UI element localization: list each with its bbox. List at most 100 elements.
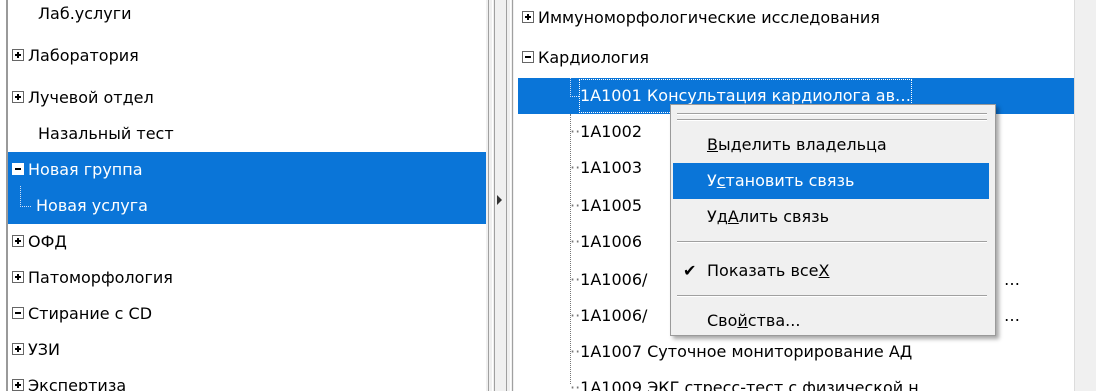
tree-item-1a1006-a[interactable]: ··1A1006/ — [570, 262, 647, 298]
tree-connector-dash: ·· — [570, 158, 581, 177]
tree-item-label: Экспертиза — [28, 376, 127, 391]
menu-item-properties[interactable]: Свойства... — [671, 303, 989, 339]
menu-separator — [677, 295, 987, 297]
tree-item-lab-services[interactable]: Лаб.услуги — [38, 0, 132, 28]
menu-label-accelerator: А — [727, 207, 739, 226]
menu-item-label: Свойства... — [707, 303, 800, 339]
collapse-minus-icon[interactable] — [12, 162, 24, 175]
expand-plus-icon[interactable] — [12, 48, 24, 61]
expand-plus-icon[interactable] — [12, 270, 24, 283]
pane-splitter[interactable] — [486, 0, 514, 391]
tree-item-1a1005[interactable]: ··1A1005 — [570, 188, 642, 224]
menu-label-part: ыделить владельца — [717, 135, 887, 154]
collapse-minus-icon[interactable] — [12, 306, 24, 319]
tree-item-label: Новая группа — [28, 160, 143, 179]
splitter-line — [494, 0, 495, 391]
menu-label-part: Уд — [707, 207, 728, 226]
tree-connector-dash: ·· — [570, 342, 581, 361]
tree-item-label: УЗИ — [28, 340, 60, 359]
vertical-scrollbar[interactable] — [1074, 0, 1096, 391]
tree-item-label: 1A1003 — [580, 158, 643, 177]
tree-item-label: Новая услуга — [36, 196, 148, 215]
tree-item-label: Лаб.услуги — [38, 4, 132, 23]
menu-item-label: Показать всеХ — [707, 253, 829, 289]
collapse-minus-icon[interactable] — [522, 50, 534, 63]
left-tree-panel[interactable]: Лаб.услуги Лаборатория Лучевой отдел Наз… — [0, 0, 486, 391]
tree-connector-dash: ·· — [570, 270, 581, 289]
menu-item-show-all[interactable]: ✔ Показать всеХ — [671, 253, 989, 289]
menu-separator — [677, 113, 987, 115]
expand-plus-icon[interactable] — [12, 90, 24, 103]
expand-plus-icon[interactable] — [12, 378, 24, 391]
menu-item-set-link[interactable]: Установить связь — [673, 163, 989, 199]
tree-item-ofd[interactable]: ОФД — [12, 224, 67, 260]
splitter-line — [506, 0, 507, 391]
tree-connector-dash: ·· — [570, 122, 581, 141]
tree-item-tail: … — [1004, 262, 1020, 298]
tree-item-label: Кардиология — [538, 48, 650, 67]
ellipsis-text: … — [1004, 270, 1020, 289]
expand-plus-icon[interactable] — [12, 342, 24, 355]
menu-label-accelerator: й — [737, 311, 748, 330]
menu-label-part: У — [707, 171, 717, 190]
tree-item-expertise[interactable]: Экспертиза — [12, 368, 126, 391]
tree-item-ultrasound[interactable]: УЗИ — [12, 332, 60, 368]
tree-item-1a1007[interactable]: ··1A1007 Суточное мониторирование АД — [570, 334, 912, 370]
tree-item-radiology[interactable]: Лучевой отдел — [12, 80, 154, 116]
splitter-line — [492, 0, 493, 391]
tree-item-label: 1A1007 Суточное мониторирование АД — [580, 342, 913, 361]
tree-item-1a1006-b[interactable]: ··1A1006/ — [570, 298, 647, 334]
menu-label-part: тановить связь — [725, 171, 855, 190]
tree-item-label: 1A1006 — [580, 232, 643, 251]
tree-item-label: Стирание с CD — [28, 304, 153, 323]
splitter-line — [488, 0, 489, 391]
menu-label-part: Показать все — [707, 261, 819, 280]
splitter-line — [512, 0, 513, 391]
splitter-arrow-icon[interactable] — [497, 195, 502, 205]
menu-item-label: УдАлить связь — [707, 199, 829, 235]
context-menu[interactable]: Выделить владельца Установить связь УдАл… — [670, 104, 996, 336]
tree-item-label: ОФД — [28, 232, 67, 251]
tree-item-new-group[interactable]: Новая группа — [8, 152, 486, 188]
tree-item-new-service[interactable]: Новая услуга — [8, 186, 486, 224]
tree-connector-dash: ·· — [570, 306, 581, 325]
menu-separator — [677, 119, 987, 121]
menu-item-delete-link[interactable]: УдАлить связь — [671, 199, 989, 235]
tree-item-1a1003[interactable]: ··1A1003 — [570, 150, 642, 186]
menu-label-accelerator: В — [707, 135, 718, 154]
menu-label-accelerator: с — [716, 171, 726, 190]
menu-label-part: лить связь — [738, 207, 830, 226]
tree-item-pathomorphology[interactable]: Патоморфология — [12, 260, 173, 296]
tree-item-label: 1A1006/ — [580, 306, 648, 325]
tree-item-label: Назальный тест — [38, 124, 174, 143]
tree-item-cardiology[interactable]: Кардиология — [522, 40, 649, 76]
menu-label-accelerator: Х — [818, 261, 830, 280]
tree-item-label: 1A1009 ЭКГ стресс-тест с физической н… — [580, 378, 935, 391]
tree-item-1a1006[interactable]: ··1A1006 — [570, 224, 642, 260]
splitter-line — [510, 0, 511, 391]
menu-item-label: Установить связь — [707, 163, 854, 199]
expand-plus-icon[interactable] — [12, 234, 24, 247]
tree-item-label: Патоморфология — [28, 268, 173, 287]
tree-item-cd-erase[interactable]: Стирание с CD — [12, 296, 152, 332]
checkmark-icon: ✔ — [683, 261, 697, 280]
tree-item-label: Лаборатория — [28, 46, 139, 65]
menu-label-part: ства... — [747, 311, 801, 330]
tree-item-immunomorphology[interactable]: Иммуноморфологические исследования — [522, 0, 880, 36]
tree-connector-dash: ·· — [570, 196, 581, 215]
ellipsis-text: … — [1004, 306, 1020, 325]
menu-item-select-owner[interactable]: Выделить владельца — [671, 127, 989, 163]
tree-item-laboratory[interactable]: Лаборатория — [12, 38, 139, 74]
menu-separator — [677, 241, 987, 243]
tree-item-1a1009[interactable]: ··1A1009 ЭКГ стресс-тест с физической н… — [570, 370, 935, 391]
tree-connector-dash: ·· — [570, 378, 581, 391]
tree-connector-lines — [20, 186, 31, 207]
tree-item-nasal-test[interactable]: Назальный тест — [38, 116, 174, 152]
tree-item-label: Лучевой отдел — [28, 88, 154, 107]
menu-label-part: Сво — [707, 311, 738, 330]
menu-item-label: Выделить владельца — [707, 127, 887, 163]
tree-item-1a1002[interactable]: ··1A1002 — [570, 114, 642, 150]
expand-plus-icon[interactable] — [522, 10, 534, 23]
tree-item-label: 1A1005 — [580, 196, 643, 215]
tree-item-label: Иммуноморфологические исследования — [538, 8, 880, 27]
